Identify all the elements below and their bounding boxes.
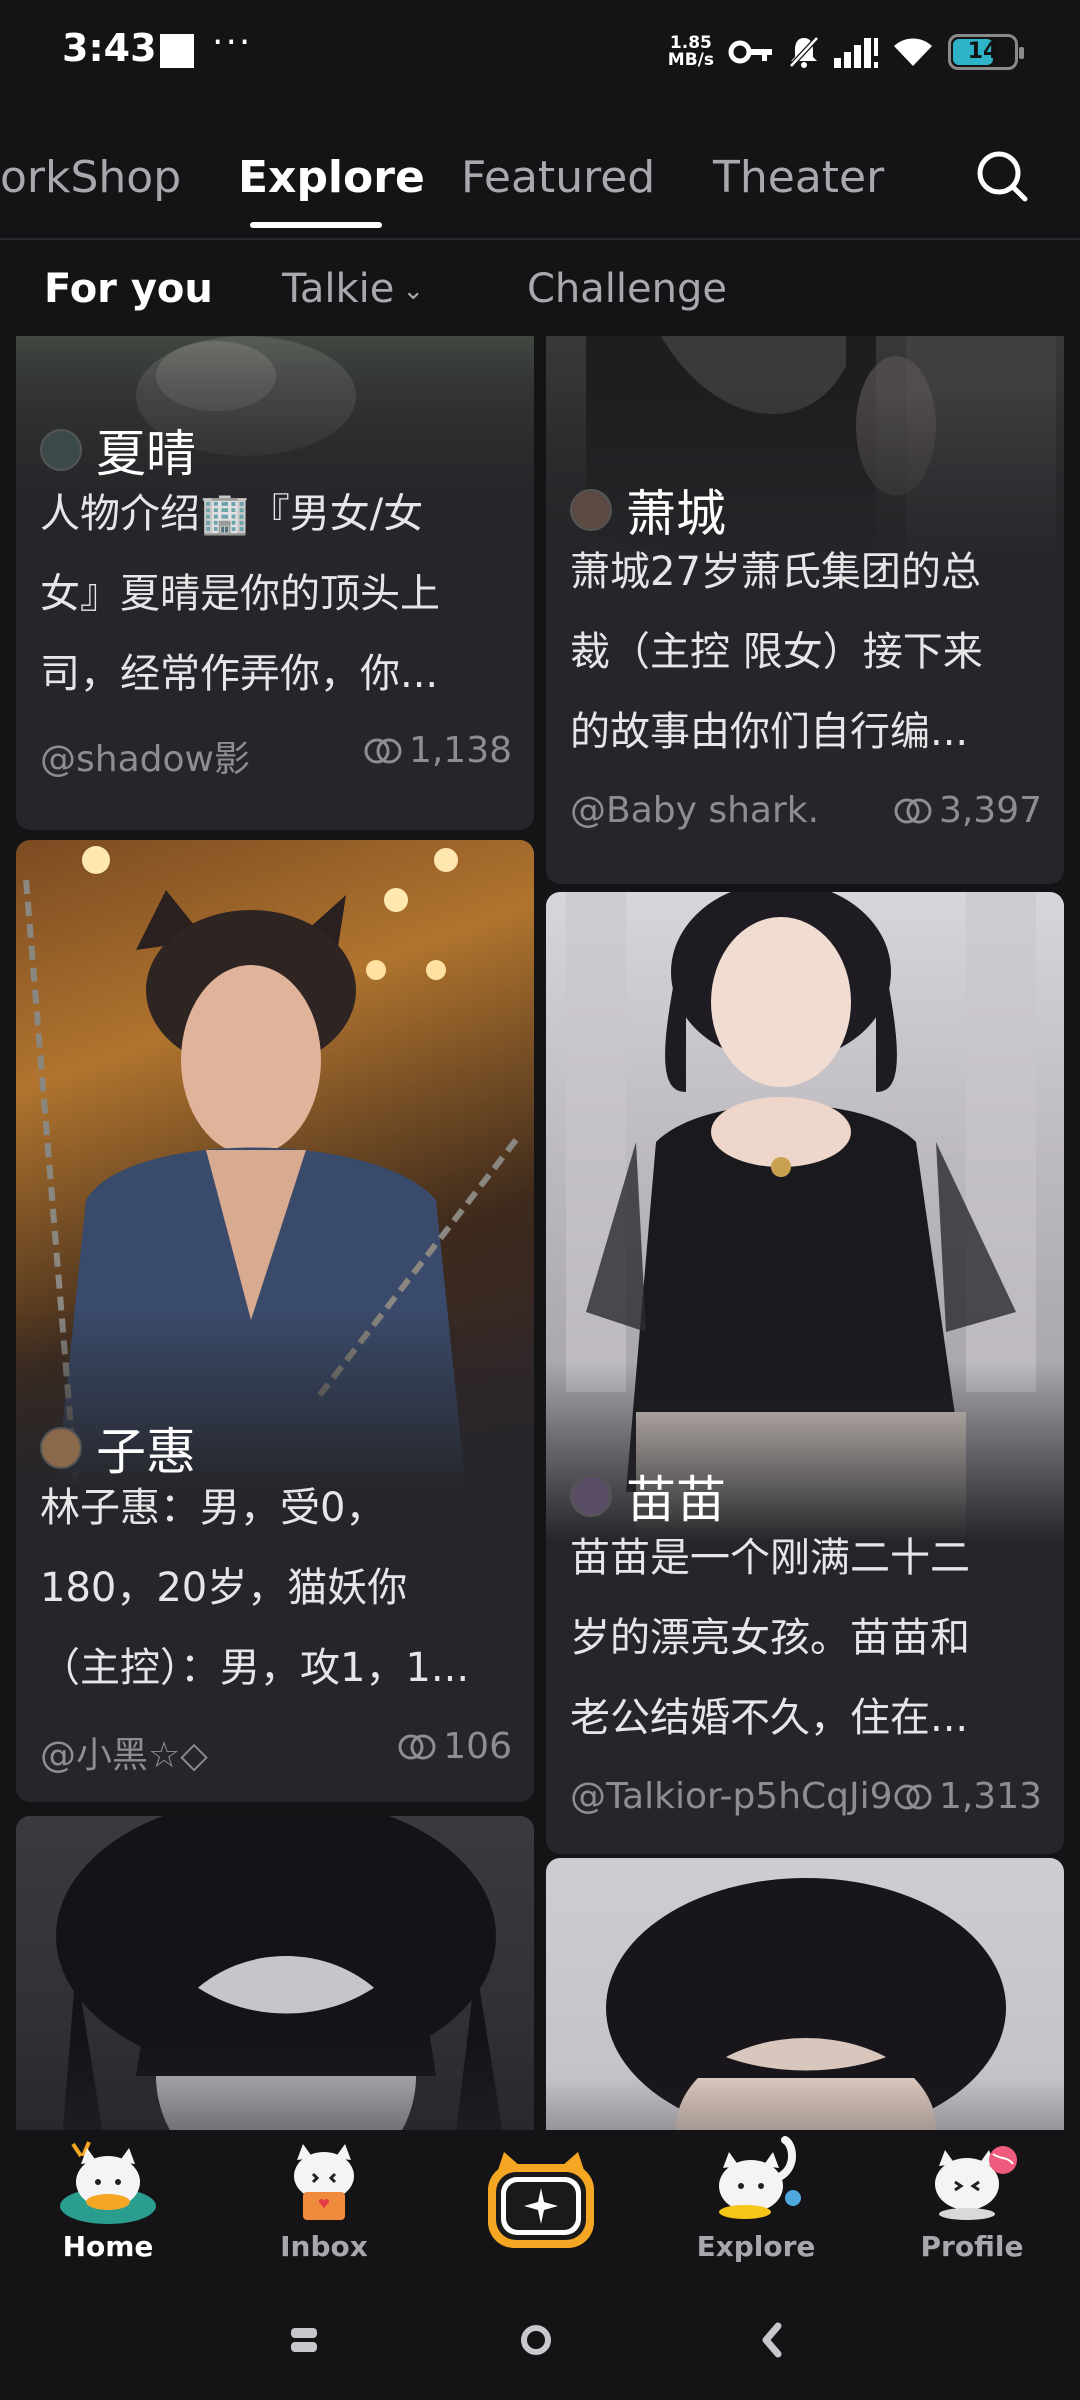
chat-count: 1,138 <box>363 730 512 771</box>
subtab-for-you[interactable]: For you <box>44 266 213 312</box>
character-card[interactable]: 夏晴 人物介绍🏢『男女/女 女』夏晴是你的顶头上 司，经常作弄你，你... @s… <box>16 336 534 830</box>
sub-tab-bar: For you Talkie ⌄ Challenge <box>0 262 1080 326</box>
avatar <box>40 429 82 471</box>
description-line: 裁（主控 限女）接下来 <box>570 629 983 675</box>
back-arrow-icon[interactable] <box>742 2310 802 2370</box>
character-card[interactable]: 子惠 林子惠：男，受0， 180，20岁，猫妖你 （主控）：男，攻1，1... … <box>16 840 534 1802</box>
more-notifications-icon: ··· <box>212 22 253 63</box>
author-handle[interactable]: @Baby shark. <box>570 790 819 831</box>
network-speed-unit: MB/s <box>667 50 714 70</box>
tab-featured[interactable]: Featured <box>461 152 655 203</box>
network-speed: 1.85 MB/s <box>668 35 714 69</box>
cat-explore-icon <box>719 2136 801 2219</box>
avatar <box>570 489 612 531</box>
description-line: 的故事由你们自行编... <box>570 709 969 755</box>
author-handle[interactable]: @小黑☆◇ <box>40 1726 208 1778</box>
author-handle[interactable]: @shadow影 <box>40 730 250 782</box>
card-footer: @小黑☆◇ 106 <box>40 1726 512 1776</box>
nav-inbox[interactable]: Inbox <box>234 2130 414 2270</box>
card-footer: @shadow影 1,138 <box>40 730 512 780</box>
chat-count: 106 <box>397 1726 512 1767</box>
chat-count-value: 3,397 <box>938 790 1042 831</box>
character-image <box>16 840 534 1490</box>
nav-explore[interactable]: Explore <box>666 2130 846 2270</box>
character-card[interactable] <box>16 1816 534 2130</box>
status-time: 3:43 <box>62 26 157 70</box>
status-bar: 3:43 ··· 1.85 MB/s 14 <box>0 0 1080 100</box>
card-footer: @Talkior-p5hCqJi9 1,313 <box>570 1776 1042 1820</box>
tab-explore[interactable]: Explore <box>238 152 425 203</box>
character-image <box>546 1858 1064 2130</box>
description-line: 岁的漂亮女孩。苗苗和 <box>570 1615 970 1661</box>
tabs-divider <box>0 238 1080 240</box>
character-description: 林子惠：男，受0， 180，20岁，猫妖你 （主控）：男，攻1，1... <box>40 1468 514 1708</box>
avatar <box>570 1475 612 1517</box>
active-tab-indicator <box>250 222 382 228</box>
description-line: 女』夏晴是你的顶头上 <box>40 571 440 617</box>
nav-explore-label: Explore <box>696 2230 816 2263</box>
chat-bubbles-icon <box>364 738 402 763</box>
description-line: 人物介绍🏢『男女/女 <box>40 491 424 537</box>
top-tab-bar: orkShop Explore Featured Theater <box>0 140 1080 236</box>
description-line: 萧城27岁萧氏集团的总 <box>570 549 981 595</box>
chat-bubbles-icon <box>398 1734 436 1759</box>
chat-count: 1,313 <box>893 1776 1042 1817</box>
description-line: 司，经常作弄你，你... <box>40 651 439 697</box>
subtab-talkie[interactable]: Talkie ⌄ <box>282 266 424 312</box>
author-handle[interactable]: @Talkior-p5hCqJi9 <box>570 1776 893 1817</box>
character-image <box>16 1816 534 2130</box>
nav-profile[interactable]: Profile <box>882 2130 1062 2270</box>
recent-apps-icon[interactable] <box>274 2310 334 2370</box>
chat-bubbles-icon <box>894 1784 932 1809</box>
description-line: （主控）：男，攻1，1... <box>40 1645 470 1691</box>
cat-profile-icon <box>935 2146 1017 2220</box>
character-description: 人物介绍🏢『男女/女 女』夏晴是你的顶头上 司，经常作弄你，你... <box>40 474 514 714</box>
chevron-down-icon: ⌄ <box>402 276 425 306</box>
battery-level: 14 <box>967 39 999 64</box>
subtab-challenge[interactable]: Challenge <box>527 266 727 312</box>
nav-inbox-label: Inbox <box>280 2230 368 2263</box>
mute-bell-icon <box>789 36 819 68</box>
home-circle-icon[interactable] <box>506 2310 566 2370</box>
character-card[interactable]: 萧城 萧城27岁萧氏集团的总 裁（主控 限女）接下来 的故事由你们自行编... … <box>546 336 1064 884</box>
create-plus-icon[interactable] <box>484 2148 598 2252</box>
tab-workshop[interactable]: orkShop <box>0 152 181 203</box>
avatar <box>40 1427 82 1469</box>
description-line: 180，20岁，猫妖你 <box>40 1565 408 1611</box>
chat-count-value: 1,138 <box>408 730 512 771</box>
cat-inbox-icon <box>294 2144 354 2220</box>
nav-home[interactable]: Home <box>18 2130 198 2270</box>
nav-profile-label: Profile <box>920 2230 1024 2263</box>
key-icon <box>728 40 772 64</box>
search-icon[interactable] <box>974 148 1030 204</box>
system-nav-bar <box>0 2280 1080 2400</box>
character-card[interactable] <box>546 1858 1064 2130</box>
character-description: 萧城27岁萧氏集团的总 裁（主控 限女）接下来 的故事由你们自行编... <box>570 532 1044 772</box>
cat-home-icon <box>60 2141 156 2224</box>
character-feed[interactable]: 夏晴 人物介绍🏢『男女/女 女』夏晴是你的顶头上 司，经常作弄你，你... @s… <box>0 336 1080 2130</box>
character-image <box>546 892 1064 1542</box>
character-card[interactable]: 苗苗 苗苗是一个刚满二十二 岁的漂亮女孩。苗苗和 老公结婚不久，住在... @T… <box>546 892 1064 1854</box>
description-line: 苗苗是一个刚满二十二 <box>570 1535 970 1581</box>
wifi-icon <box>894 38 932 66</box>
character-description: 苗苗是一个刚满二十二 岁的漂亮女孩。苗苗和 老公结婚不久，住在... <box>570 1518 1044 1758</box>
battery-icon: 14 <box>948 34 1024 70</box>
description-line: 林子惠：男，受0， <box>40 1485 386 1531</box>
tab-theater[interactable]: Theater <box>713 152 884 203</box>
description-line: 老公结婚不久，住在... <box>570 1695 969 1741</box>
subtab-talkie-label: Talkie <box>282 266 395 312</box>
nav-home-label: Home <box>62 2230 154 2263</box>
chat-count: 3,397 <box>893 790 1042 831</box>
chat-count-value: 106 <box>443 1726 512 1767</box>
signal-icon <box>834 38 878 68</box>
card-footer: @Baby shark. 3,397 <box>570 790 1042 834</box>
chat-count-value: 1,313 <box>938 1776 1042 1817</box>
notification-square-icon <box>160 34 194 68</box>
chat-bubbles-icon <box>894 798 932 823</box>
